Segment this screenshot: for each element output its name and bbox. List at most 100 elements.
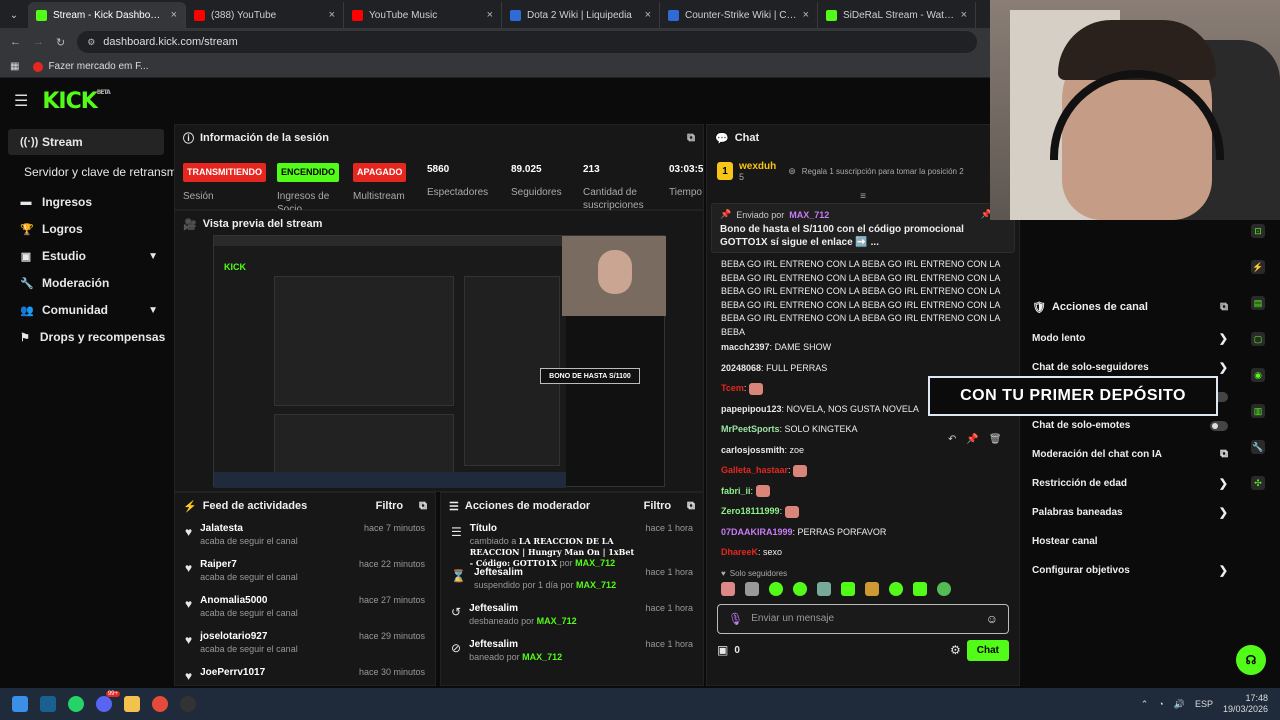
help-headset-icon[interactable]: ☊ xyxy=(1236,645,1266,675)
emote-icon[interactable] xyxy=(865,581,879,596)
mic-icon[interactable]: 🎙 xyxy=(728,612,743,626)
gifter-name[interactable]: wexduh xyxy=(739,161,776,172)
browser-tab[interactable]: Stream - Kick Dashboard × xyxy=(28,2,186,28)
feed-username[interactable]: Raiper7 xyxy=(200,559,298,570)
emote-icon[interactable] xyxy=(817,581,831,596)
channel-action-item[interactable]: Palabras baneadas ❯ xyxy=(1024,498,1236,527)
chat-username[interactable]: carlosjossmith xyxy=(721,445,785,455)
channel-action-item[interactable]: Hostear canal xyxy=(1024,527,1236,556)
sidebar-item-stream[interactable]: ((·)) Stream xyxy=(8,129,164,155)
feed-username[interactable]: joselotario927 xyxy=(200,631,298,642)
chat-username[interactable]: 07DAAKIRA1999 xyxy=(721,527,793,537)
emote-icon[interactable] xyxy=(769,581,783,596)
emote-icon[interactable] xyxy=(793,581,807,596)
bookmark-item[interactable]: Fazer mercado em F... xyxy=(33,61,148,72)
broadcast-icon[interactable]: ◉ xyxy=(1251,368,1265,382)
puzzle-icon[interactable]: ✣ xyxy=(1251,476,1265,490)
bolt-icon[interactable]: ⚡ xyxy=(1251,260,1265,274)
layout-icon[interactable]: ▥ xyxy=(1251,404,1265,418)
apps-grid-icon[interactable]: ▦ xyxy=(10,61,19,72)
toggle-switch[interactable] xyxy=(1210,420,1228,431)
target-icon[interactable]: ⊡ xyxy=(1251,224,1265,238)
mod-action-item[interactable]: ☰ Título cambiado a LA REACCION DE LA REAC… xyxy=(441,519,703,568)
popout-icon[interactable]: ⧉ xyxy=(1220,301,1228,314)
mod-action-item[interactable]: ↺ Jeftesalim desbaneado por MAX_712 hace 1 … xyxy=(441,599,703,635)
wrench-icon[interactable]: 🔧 xyxy=(1251,440,1265,454)
chrome-icon[interactable] xyxy=(152,696,168,712)
reply-icon[interactable]: ↶ xyxy=(948,434,956,450)
browser-tab[interactable]: YouTube Music × xyxy=(344,2,502,28)
browser-tab[interactable]: (388) YouTube × xyxy=(186,2,344,28)
steam-icon[interactable] xyxy=(40,696,56,712)
sidebar-item-moderacion[interactable]: 🔧 Moderación xyxy=(8,270,164,296)
document-icon[interactable]: ▤ xyxy=(1251,296,1265,310)
chat-message[interactable]: 07DAAKIRA1999: PERRAS PORFAVOR xyxy=(707,522,1019,543)
emote-icon[interactable] xyxy=(745,581,759,596)
feed-item[interactable]: ♥ Raiper7 acaba de seguir el canal hace 22 … xyxy=(175,555,435,591)
whatsapp-icon[interactable] xyxy=(68,696,84,712)
chat-message[interactable]: macch2397: DAME SHOW xyxy=(707,337,1019,358)
chat-message[interactable]: Galleta_hastaar: xyxy=(707,460,1019,481)
language-indicator[interactable]: ESP xyxy=(1195,699,1213,709)
mod-action-item[interactable]: ⊘ Jeftesalim baneado por MAX_712 hace 1 hor… xyxy=(441,635,703,671)
delete-icon[interactable]: 🗑 xyxy=(989,434,1002,450)
chat-username[interactable]: 20248068 xyxy=(721,363,761,373)
pinned-user[interactable]: MAX_712 xyxy=(789,210,829,220)
emote-icon[interactable] xyxy=(721,581,735,596)
filter-button[interactable]: Filtro xyxy=(376,500,404,512)
forward-icon[interactable]: → xyxy=(33,36,44,48)
chat-username[interactable]: MrPeetSports xyxy=(721,424,780,434)
clock[interactable]: 17:48 19/03/2026 xyxy=(1223,693,1268,715)
emoji-icon[interactable]: ☺ xyxy=(986,612,998,626)
popout-icon[interactable]: ⧉ xyxy=(687,500,695,513)
chat-username[interactable]: macch2397 xyxy=(721,342,770,352)
windows-start-icon[interactable] xyxy=(12,696,28,712)
site-info-icon[interactable]: ⚙ xyxy=(87,37,95,48)
emote-icon[interactable] xyxy=(913,581,927,596)
obs-icon[interactable] xyxy=(180,696,196,712)
sidebar-item-drops[interactable]: ⚑ Drops y recompensas xyxy=(8,324,165,350)
channel-action-item[interactable]: Configurar objetivos ❯ xyxy=(1024,556,1236,585)
sidebar-item-comunidad[interactable]: 👥 Comunidad ▼ xyxy=(8,297,164,323)
sidebar-item-stream-key[interactable]: Servidor y clave de retransmisión xyxy=(0,159,201,185)
feed-username[interactable]: Jalatesta xyxy=(200,523,298,534)
reload-icon[interactable]: ↻ xyxy=(56,36,65,49)
sidebar-item-ingresos[interactable]: ▬ Ingresos xyxy=(8,189,164,215)
chat-message[interactable]: 20248068: FULL PERRAS xyxy=(707,358,1019,379)
popout-icon[interactable]: ⧉ xyxy=(687,132,695,145)
hamburger-menu-icon[interactable]: ☰ xyxy=(14,91,28,111)
mod-action-item[interactable]: ⌛ Jeftesalim suspendido por 1 día por MAX_… xyxy=(441,563,703,599)
chat-username[interactable]: fabri_ii xyxy=(721,486,751,496)
chat-username[interactable]: Galleta_hastaar xyxy=(721,465,788,475)
chat-username[interactable]: papepipou123 xyxy=(721,404,782,414)
moderator-name[interactable]: MAX_712 xyxy=(537,616,577,626)
send-chat-button[interactable]: Chat xyxy=(966,639,1009,661)
kick-logo[interactable]: KICKBETA xyxy=(42,89,110,114)
chat-message[interactable]: DhareeK: sexo xyxy=(707,542,1019,563)
gift-prompt[interactable]: Regala 1 suscripción para tomar la posic… xyxy=(802,167,964,176)
settings-gear-icon[interactable]: ⚙ xyxy=(950,643,961,657)
browser-tab[interactable]: SiDeRaL Stream - Watch Live o × xyxy=(818,2,976,28)
back-icon[interactable]: ← xyxy=(10,36,21,48)
browser-tab[interactable]: Counter-Strike Wiki | CS2 | Liqu × xyxy=(660,2,818,28)
tab-close-icon[interactable]: × xyxy=(171,9,177,21)
channel-action-item[interactable]: Moderación del chat con IA ⧉ xyxy=(1024,440,1236,469)
filter-button[interactable]: Filtro xyxy=(644,500,672,512)
feed-username[interactable]: Anomalia5000 xyxy=(200,595,298,606)
chat-message[interactable]: fabri_ii: xyxy=(707,481,1019,502)
discord-icon[interactable]: 99+ xyxy=(96,691,120,712)
feed-item[interactable]: ♥ JoePerrv1017 hace 30 minutos xyxy=(175,663,435,685)
tab-close-icon[interactable]: × xyxy=(487,9,493,21)
channel-action-item[interactable]: Restricción de edad ❯ xyxy=(1024,469,1236,498)
tab-search-icon[interactable]: ⌄ xyxy=(0,2,28,28)
sidebar-item-logros[interactable]: 🏆 Logros xyxy=(8,216,164,242)
chat-icon[interactable]: ▢ xyxy=(1251,332,1265,346)
tab-close-icon[interactable]: × xyxy=(803,9,809,21)
moderator-name[interactable]: MAX_712 xyxy=(522,652,562,662)
chat-username[interactable]: Zero18111999 xyxy=(721,506,780,516)
feed-item[interactable]: ♥ Anomalia5000 acaba de seguir el canal hac… xyxy=(175,591,435,627)
chat-username[interactable]: DhareeK xyxy=(721,547,758,557)
url-field[interactable]: ⚙ dashboard.kick.com/stream xyxy=(77,31,978,53)
feed-username[interactable]: JoePerrv1017 xyxy=(200,667,265,678)
moderator-name[interactable]: MAX_712 xyxy=(576,580,616,590)
